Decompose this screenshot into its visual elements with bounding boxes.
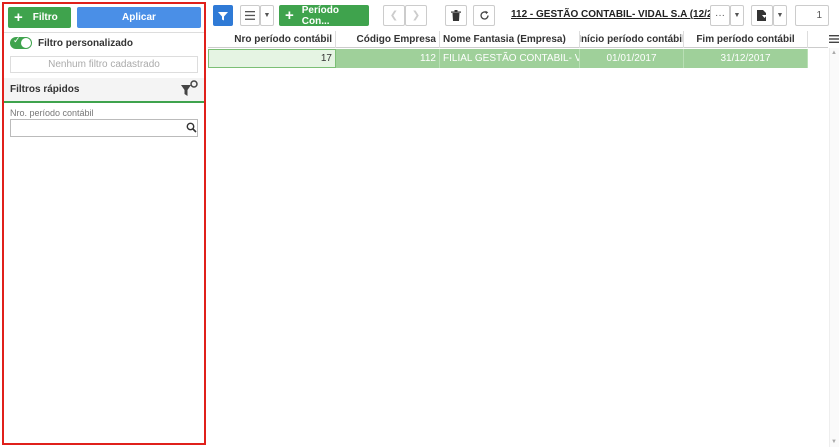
chevron-left-icon: ❮ xyxy=(389,10,399,21)
table-cell[interactable]: FILIAL GESTÃO CONTABIL- VIDAL xyxy=(440,49,580,68)
filter-button-row: + Filtro Aplicar xyxy=(8,7,201,28)
filter-toggle-button[interactable] xyxy=(213,5,233,26)
column-menu-icon[interactable] xyxy=(829,33,839,45)
search-icon[interactable] xyxy=(186,122,197,133)
period-field-label: Nro. período contábil xyxy=(10,108,94,118)
export-dropdown-button[interactable]: ▼ xyxy=(773,5,787,26)
table-cell[interactable]: 31/12/2017 xyxy=(684,49,808,68)
caret-down-icon: ▼ xyxy=(776,12,784,19)
trash-icon xyxy=(451,10,461,21)
column-header[interactable]: Código Empresa xyxy=(336,31,440,48)
vertical-scrollbar[interactable]: ▲ ▼ xyxy=(829,48,839,447)
export-button[interactable] xyxy=(751,5,773,26)
plus-icon: + xyxy=(285,7,294,24)
caret-down-icon: ▼ xyxy=(263,12,271,19)
more-icon: ··· xyxy=(715,10,725,21)
table-row[interactable]: 17 112 FILIAL GESTÃO CONTABIL- VIDAL 01/… xyxy=(208,49,808,68)
apply-button[interactable]: Aplicar xyxy=(77,7,201,28)
refresh-icon xyxy=(479,10,489,20)
check-icon: ✓ xyxy=(13,35,21,45)
no-filter-message: Nenhum filtro cadastrado xyxy=(10,56,198,73)
custom-filter-label: Filtro personalizado xyxy=(38,37,134,49)
column-header[interactable]: Fim período contábil xyxy=(684,31,808,48)
column-header[interactable]: Início período contábil xyxy=(580,31,684,48)
delete-button[interactable] xyxy=(445,5,467,26)
refresh-button[interactable] xyxy=(473,5,495,26)
funnel-icon xyxy=(218,11,228,20)
more-dropdown-button[interactable]: ▼ xyxy=(730,5,744,26)
quick-filters-title: Filtros rápidos xyxy=(10,84,80,95)
scroll-down-icon[interactable]: ▼ xyxy=(831,439,837,445)
plus-icon: + xyxy=(14,9,23,26)
scroll-up-icon[interactable]: ▲ xyxy=(831,50,837,56)
more-options-button[interactable]: ··· xyxy=(710,5,730,26)
custom-filter-toggle[interactable]: ✓ xyxy=(10,35,32,49)
period-search-input[interactable] xyxy=(10,119,198,137)
funnel-settings-icon[interactable] xyxy=(180,80,198,98)
caret-down-icon: ▼ xyxy=(733,12,741,19)
chevron-right-icon: ❯ xyxy=(411,10,421,21)
view-dropdown-button[interactable]: ▼ xyxy=(260,5,274,26)
page-number-input[interactable]: 1 xyxy=(795,5,829,26)
toggle-knob xyxy=(21,38,31,48)
list-icon xyxy=(245,11,255,20)
list-view-button[interactable] xyxy=(240,5,260,26)
column-header[interactable]: Nro período contábil xyxy=(208,31,336,48)
table-cell[interactable]: 17 xyxy=(208,49,336,68)
next-button[interactable]: ❯ xyxy=(405,5,427,26)
quick-filters-header: Filtros rápidos xyxy=(4,78,204,103)
custom-filter-row: ✓ Filtro personalizado xyxy=(10,35,134,49)
column-header[interactable]: Nome Fantasia (Empresa) xyxy=(440,31,580,48)
prev-button[interactable]: ❮ xyxy=(383,5,405,26)
new-period-button[interactable]: + Período Con... xyxy=(279,4,369,27)
table-cell[interactable]: 112 xyxy=(336,49,440,68)
new-period-label: Período Con... xyxy=(301,4,339,27)
divider xyxy=(4,32,204,33)
export-document-icon xyxy=(757,10,767,21)
context-title-link[interactable]: 112 - GESTÃO CONTABIL- VIDAL S.A (12/201… xyxy=(511,9,733,20)
add-filter-label: Filtro xyxy=(32,12,58,23)
toolbar: ▼ + Período Con... ❮ ❯ 112 - GESTÃO CONT… xyxy=(213,5,835,28)
add-filter-button[interactable]: + Filtro xyxy=(8,7,71,28)
grid-header: Nro período contábil Código Empresa Nome… xyxy=(208,31,828,48)
data-grid: Nro período contábil Código Empresa Nome… xyxy=(208,31,839,447)
table-cell[interactable]: 01/01/2017 xyxy=(580,49,684,68)
filter-panel: + Filtro Aplicar ✓ Filtro personalizado … xyxy=(2,2,206,445)
